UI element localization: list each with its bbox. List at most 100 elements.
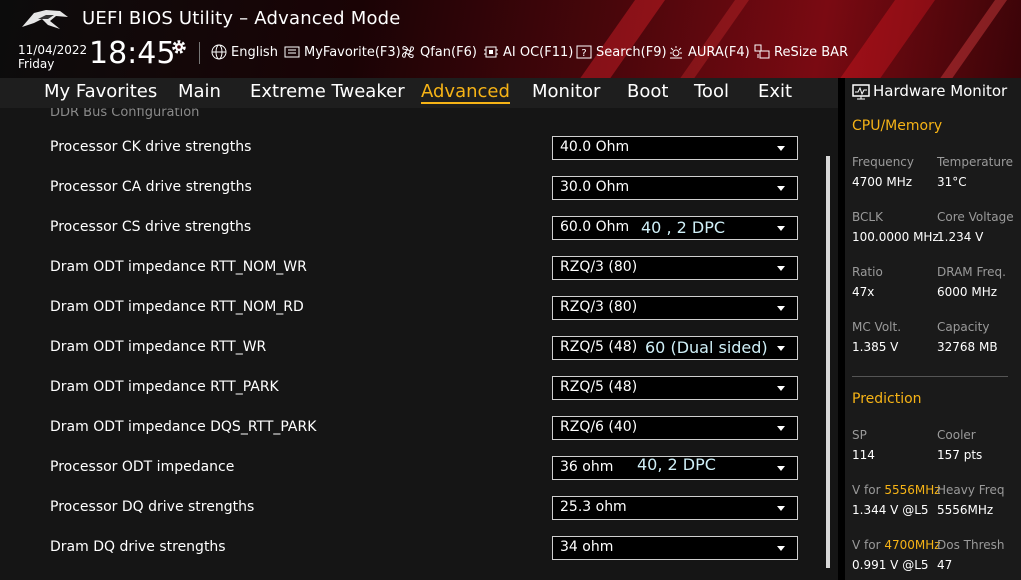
chevron-down-icon xyxy=(777,146,785,151)
tab-main[interactable]: Main xyxy=(178,81,221,102)
setting-dropdown[interactable]: RZQ/3 (80) xyxy=(552,256,798,280)
setting-dropdown[interactable]: 34 ohm xyxy=(552,536,798,560)
setting-dropdown[interactable]: 25.3 ohm xyxy=(552,496,798,520)
chevron-down-icon xyxy=(777,226,785,231)
hw-label-accent: 5556MHz xyxy=(884,483,941,497)
hw-value: 114 xyxy=(852,448,875,462)
section-title: DDR Bus Configuration xyxy=(50,108,200,120)
setting-dropdown[interactable]: RZQ/5 (48) xyxy=(552,376,798,400)
setting-label: Processor DQ drive strengths xyxy=(50,499,255,515)
hw-label: Temperature xyxy=(937,155,1014,169)
hw-label: Frequency xyxy=(852,155,914,169)
tab-advanced[interactable]: Advanced xyxy=(421,81,510,104)
hw-value: 100.0000 MHz xyxy=(852,230,939,244)
ai-oc-label: AI OC(F11) xyxy=(503,44,574,60)
hw-label: V for 4700MHz xyxy=(852,538,941,552)
setting-label: Dram ODT impedance RTT_WR xyxy=(50,339,267,355)
hw-label: DRAM Freq. xyxy=(937,265,1006,279)
setting-label: Dram DQ drive strengths xyxy=(50,539,226,555)
resize-bar-button[interactable]: ReSize BAR xyxy=(754,44,848,60)
dropdown-value: 34 ohm xyxy=(560,539,614,555)
hardware-monitor-panel: Hardware Monitor CPU/Memory Frequency 47… xyxy=(845,78,1021,580)
prediction-heading: Prediction xyxy=(852,391,922,407)
search-icon: ? xyxy=(576,45,592,59)
qfan-button[interactable]: Qfan(F6) xyxy=(400,44,477,60)
tab-monitor[interactable]: Monitor xyxy=(532,81,600,102)
chevron-down-icon xyxy=(777,266,785,271)
hw-value: 0.991 V @L5 xyxy=(852,558,929,572)
chevron-down-icon xyxy=(777,346,785,351)
dropdown-value: RZQ/6 (40) xyxy=(560,419,638,435)
setting-dropdown[interactable]: RZQ/6 (40) xyxy=(552,416,798,440)
hw-value: 5556MHz xyxy=(937,503,994,517)
language-label: English xyxy=(231,44,278,60)
ai-oc-button[interactable]: AI OC(F11) xyxy=(483,44,573,60)
setting-label: Dram ODT impedance RTT_PARK xyxy=(50,379,279,395)
resize-bar-label: ReSize BAR xyxy=(774,44,849,60)
hw-value: 1.234 V xyxy=(937,230,984,244)
chevron-down-icon xyxy=(777,306,785,311)
tab-tool[interactable]: Tool xyxy=(694,81,729,102)
divider xyxy=(852,376,1008,377)
hw-label-accent: 4700MHz xyxy=(884,538,941,552)
annotation-text: 60 (Dual sided) xyxy=(645,338,768,357)
hw-label: V for 5556MHz xyxy=(852,483,941,497)
setting-label: Processor CS drive strengths xyxy=(50,219,252,235)
settings-panel: DDR Bus Configuration Processor CK drive… xyxy=(0,108,838,580)
scrollbar[interactable] xyxy=(826,156,830,568)
dropdown-value: 36 ohm xyxy=(560,459,614,475)
fan-icon xyxy=(402,46,414,58)
setting-label: Dram ODT impedance RTT_NOM_WR xyxy=(50,259,307,275)
hw-label: Heavy Freq xyxy=(937,483,1005,497)
app-title: UEFI BIOS Utility – Advanced Mode xyxy=(82,8,401,29)
tab-boot[interactable]: Boot xyxy=(627,81,668,102)
hw-value: 47 xyxy=(937,558,953,572)
chevron-down-icon xyxy=(777,506,785,511)
dropdown-value: RZQ/5 (48) xyxy=(560,379,638,395)
search-label: Search(F9) xyxy=(596,44,667,60)
dropdown-value: RZQ/3 (80) xyxy=(560,259,638,275)
setting-dropdown[interactable]: 30.0 Ohm xyxy=(552,176,798,200)
chevron-down-icon xyxy=(777,386,785,391)
svg-text:?: ? xyxy=(581,48,586,59)
dropdown-value: RZQ/5 (48) xyxy=(560,339,638,355)
hw-value: 32768 MB xyxy=(937,340,998,354)
dropdown-value: 40.0 Ohm xyxy=(560,139,630,155)
main-tab-bar: My Favorites Main Extreme Tweaker Advanc… xyxy=(0,78,838,108)
globe-icon xyxy=(211,44,227,60)
annotation-text: 40 , 2 DPC xyxy=(641,218,726,237)
setting-label: Processor CA drive strengths xyxy=(50,179,252,195)
gear-icon[interactable] xyxy=(170,38,188,56)
aura-button[interactable]: AURA(F4) xyxy=(668,44,750,60)
hw-value: 1.344 V @L5 xyxy=(852,503,929,517)
dropdown-value: 25.3 ohm xyxy=(560,499,627,515)
setting-label: Dram ODT impedance DQS_RTT_PARK xyxy=(50,419,317,435)
rog-logo-icon xyxy=(22,10,68,29)
tab-extreme-tweaker[interactable]: Extreme Tweaker xyxy=(250,81,405,102)
hw-value: 1.385 V xyxy=(852,340,899,354)
aura-icon xyxy=(670,46,682,59)
chevron-down-icon xyxy=(777,466,785,471)
setting-dropdown[interactable]: RZQ/3 (80) xyxy=(552,296,798,320)
search-button[interactable]: ? Search(F9) xyxy=(576,44,667,60)
hw-label: Cooler xyxy=(937,428,976,442)
setting-dropdown[interactable]: 40.0 Ohm xyxy=(552,136,798,160)
chevron-down-icon xyxy=(777,546,785,551)
hw-value: 47x xyxy=(852,285,875,299)
myfavorite-button[interactable]: MyFavorite(F3) xyxy=(284,44,401,60)
hardware-monitor-title: Hardware Monitor xyxy=(873,82,1008,100)
setting-label: Processor ODT impedance xyxy=(50,459,235,475)
hw-value: 31°C xyxy=(937,175,967,189)
tab-exit[interactable]: Exit xyxy=(758,81,792,102)
hw-label: Dos Thresh xyxy=(937,538,1005,552)
tab-my-favorites[interactable]: My Favorites xyxy=(44,81,157,102)
cpu-memory-heading: CPU/Memory xyxy=(852,118,943,134)
monitor-icon xyxy=(852,84,870,100)
hw-label: BCLK xyxy=(852,210,883,224)
toolbar-divider xyxy=(199,42,200,64)
time-display: 18:45 xyxy=(89,36,176,71)
favorite-icon xyxy=(284,46,300,58)
hw-value: 4700 MHz xyxy=(852,175,913,189)
language-button[interactable]: English xyxy=(211,44,278,60)
hw-value: 6000 MHz xyxy=(937,285,998,299)
